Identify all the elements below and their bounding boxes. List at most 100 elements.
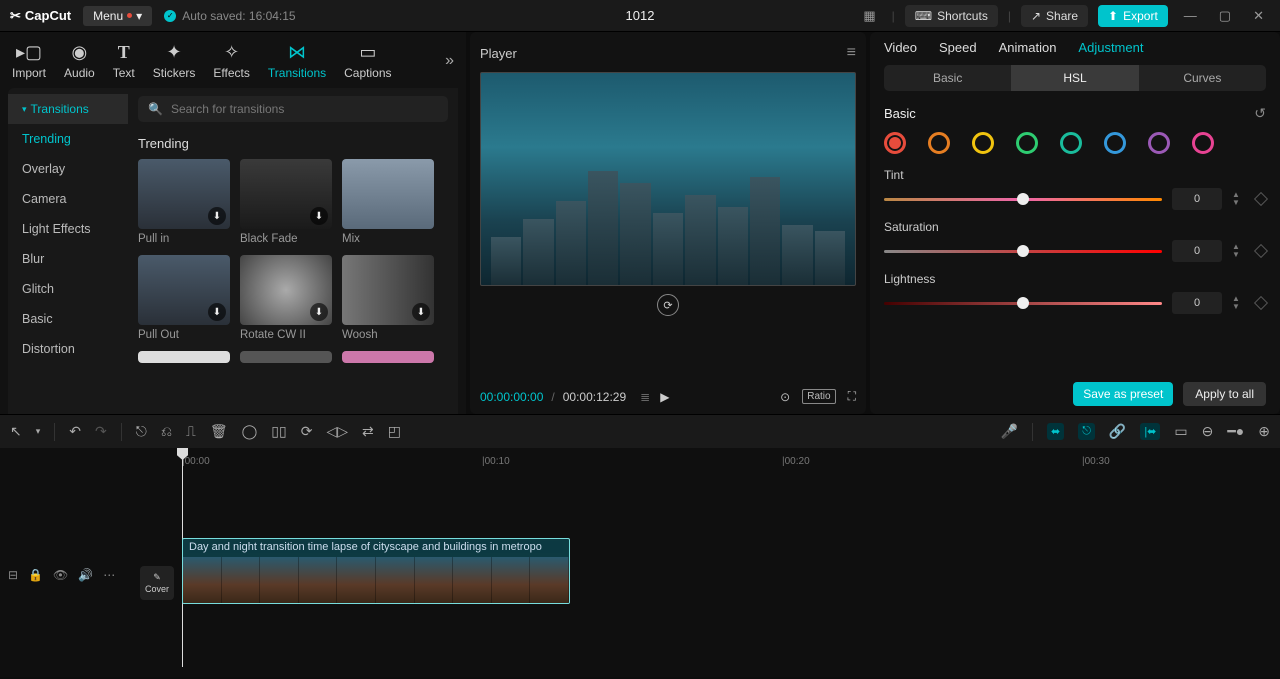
shortcuts-button[interactable]: ⌨ Shortcuts — [905, 5, 998, 27]
delete-icon[interactable]: 🗑 — [210, 423, 228, 440]
transition-extra1[interactable] — [138, 351, 230, 363]
mirror-icon[interactable]: ◁▷ — [326, 423, 348, 440]
nav-effects[interactable]: ✧Effects — [213, 42, 249, 80]
slider-thumb[interactable] — [1017, 297, 1029, 309]
lightness-keyframe[interactable] — [1254, 296, 1268, 310]
download-icon[interactable]: ⬇ — [412, 303, 430, 321]
ratio-button[interactable]: Ratio — [802, 389, 835, 404]
track-visibility-icon[interactable]: 👁 — [53, 568, 68, 582]
slider-thumb[interactable] — [1017, 193, 1029, 205]
magnet2-icon[interactable]: ⎋ — [1078, 423, 1095, 440]
cover-button[interactable]: ✎ Cover — [140, 566, 174, 600]
saturation-value[interactable]: 0 — [1172, 240, 1222, 262]
lightness-stepper[interactable]: ▲▼ — [1232, 295, 1246, 311]
subtab-hsl[interactable]: HSL — [1011, 65, 1138, 91]
share-button[interactable]: ↗ Share — [1021, 5, 1088, 27]
transition-woosh[interactable]: ⬇Woosh — [342, 255, 434, 341]
scale-icon[interactable]: ⊙ — [780, 390, 790, 404]
minimize-icon[interactable]: — — [1178, 6, 1203, 25]
hsl-green[interactable] — [1016, 132, 1038, 154]
hsl-purple[interactable] — [1148, 132, 1170, 154]
zoom-slider[interactable]: ━● — [1227, 423, 1244, 440]
sidebar-item-distortion[interactable]: Distortion — [8, 334, 128, 364]
tab-video[interactable]: Video — [884, 40, 917, 55]
transition-extra3[interactable] — [342, 351, 434, 363]
nav-more-icon[interactable]: » — [445, 52, 454, 70]
sidebar-item-trending[interactable]: Trending — [8, 124, 128, 154]
sync-icon[interactable]: ⇄ — [362, 423, 374, 440]
player-menu-icon[interactable]: ≡ — [847, 44, 856, 62]
menu-button[interactable]: Menu ▾ — [83, 6, 152, 26]
transition-blackfade[interactable]: ⬇Black Fade — [240, 159, 332, 245]
fullscreen-icon[interactable]: ⛶ — [848, 389, 856, 404]
zoom-in-icon[interactable]: ⊕ — [1258, 423, 1270, 440]
zoom-out-icon[interactable]: ⊖ — [1202, 423, 1214, 440]
split-left-icon[interactable]: ⎌ — [161, 423, 172, 440]
list-icon[interactable]: ≣ — [640, 390, 650, 404]
export-button[interactable]: ⬆ Export — [1098, 5, 1168, 27]
tab-speed[interactable]: Speed — [939, 40, 977, 55]
hsl-blue[interactable] — [1104, 132, 1126, 154]
split-right-icon[interactable]: ⎍ — [186, 423, 196, 440]
reset-icon[interactable]: ↺ — [1254, 105, 1266, 122]
tab-animation[interactable]: Animation — [999, 40, 1057, 55]
subtab-curves[interactable]: Curves — [1139, 65, 1266, 91]
slider-thumb[interactable] — [1017, 245, 1029, 257]
sidebar-item-overlay[interactable]: Overlay — [8, 154, 128, 184]
sidebar-head-transitions[interactable]: ▾Transitions — [8, 94, 128, 124]
pointer-dropdown-icon[interactable]: ▾ — [36, 426, 41, 437]
layout-icon[interactable]: ▦ — [857, 6, 881, 26]
saturation-stepper[interactable]: ▲▼ — [1232, 243, 1246, 259]
pointer-tool-icon[interactable]: ↖ — [10, 423, 22, 440]
sidebar-item-glitch[interactable]: Glitch — [8, 274, 128, 304]
saturation-keyframe[interactable] — [1254, 244, 1268, 258]
nav-stickers[interactable]: ✦Stickers — [153, 42, 196, 80]
download-icon[interactable]: ⬇ — [310, 303, 328, 321]
transition-extra2[interactable] — [240, 351, 332, 363]
link-icon[interactable]: 🔗 — [1109, 423, 1126, 440]
tint-value[interactable]: 0 — [1172, 188, 1222, 210]
track-collapse-icon[interactable]: ⊟ — [8, 568, 18, 582]
track-lock-icon[interactable]: 🔒 — [28, 568, 43, 582]
redo-icon[interactable]: ↷ — [95, 423, 107, 440]
sidebar-item-lighteffects[interactable]: Light Effects — [8, 214, 128, 244]
frames-icon[interactable]: ▯▯ — [271, 423, 286, 440]
mark-icon[interactable]: ◯ — [242, 423, 258, 440]
nav-captions[interactable]: ▭Captions — [344, 42, 391, 80]
preview-viewport[interactable] — [480, 72, 856, 286]
refresh-icon[interactable]: ⟳ — [657, 294, 679, 316]
close-icon[interactable]: ✕ — [1247, 6, 1270, 26]
download-icon[interactable]: ⬇ — [208, 207, 226, 225]
snap-icon[interactable]: |⬌ — [1140, 423, 1160, 440]
rotate-icon[interactable]: ⟳ — [301, 423, 313, 440]
tint-stepper[interactable]: ▲▼ — [1232, 191, 1246, 207]
save-preset-button[interactable]: Save as preset — [1073, 382, 1173, 406]
track-mute-icon[interactable]: 🔊 — [78, 568, 93, 582]
saturation-slider[interactable] — [884, 250, 1162, 253]
hsl-yellow[interactable] — [972, 132, 994, 154]
preview-icon[interactable]: ▭ — [1174, 423, 1187, 440]
video-clip[interactable]: Day and night transition time lapse of c… — [182, 538, 570, 604]
maximize-icon[interactable]: ▢ — [1213, 6, 1237, 26]
lightness-slider[interactable] — [884, 302, 1162, 305]
transition-pullout[interactable]: ⬇Pull Out — [138, 255, 230, 341]
nav-transitions[interactable]: ⋈Transitions — [268, 42, 326, 80]
crop-icon[interactable]: ◰ — [388, 423, 401, 440]
nav-import[interactable]: ▸▢Import — [12, 42, 46, 80]
hsl-magenta[interactable] — [1192, 132, 1214, 154]
hsl-red[interactable] — [884, 132, 906, 154]
hsl-cyan[interactable] — [1060, 132, 1082, 154]
timeline[interactable]: |00:00 |00:10 |00:20 |00:30 ⊟ 🔒 👁 🔊 ⋯ ✎ … — [0, 448, 1280, 677]
download-icon[interactable]: ⬇ — [208, 303, 226, 321]
sidebar-item-camera[interactable]: Camera — [8, 184, 128, 214]
time-ruler[interactable]: |00:00 |00:10 |00:20 |00:30 — [182, 452, 1280, 474]
apply-all-button[interactable]: Apply to all — [1183, 382, 1266, 406]
transition-mix[interactable]: Mix — [342, 159, 434, 245]
nav-text[interactable]: TText — [113, 42, 135, 80]
mic-icon[interactable]: 🎤 — [1001, 423, 1018, 440]
undo-icon[interactable]: ↶ — [69, 423, 81, 440]
transition-pullin[interactable]: ⬇Pull in — [138, 159, 230, 245]
split-icon[interactable]: ⎋ — [136, 423, 147, 440]
sidebar-item-basic[interactable]: Basic — [8, 304, 128, 334]
tint-keyframe[interactable] — [1254, 192, 1268, 206]
